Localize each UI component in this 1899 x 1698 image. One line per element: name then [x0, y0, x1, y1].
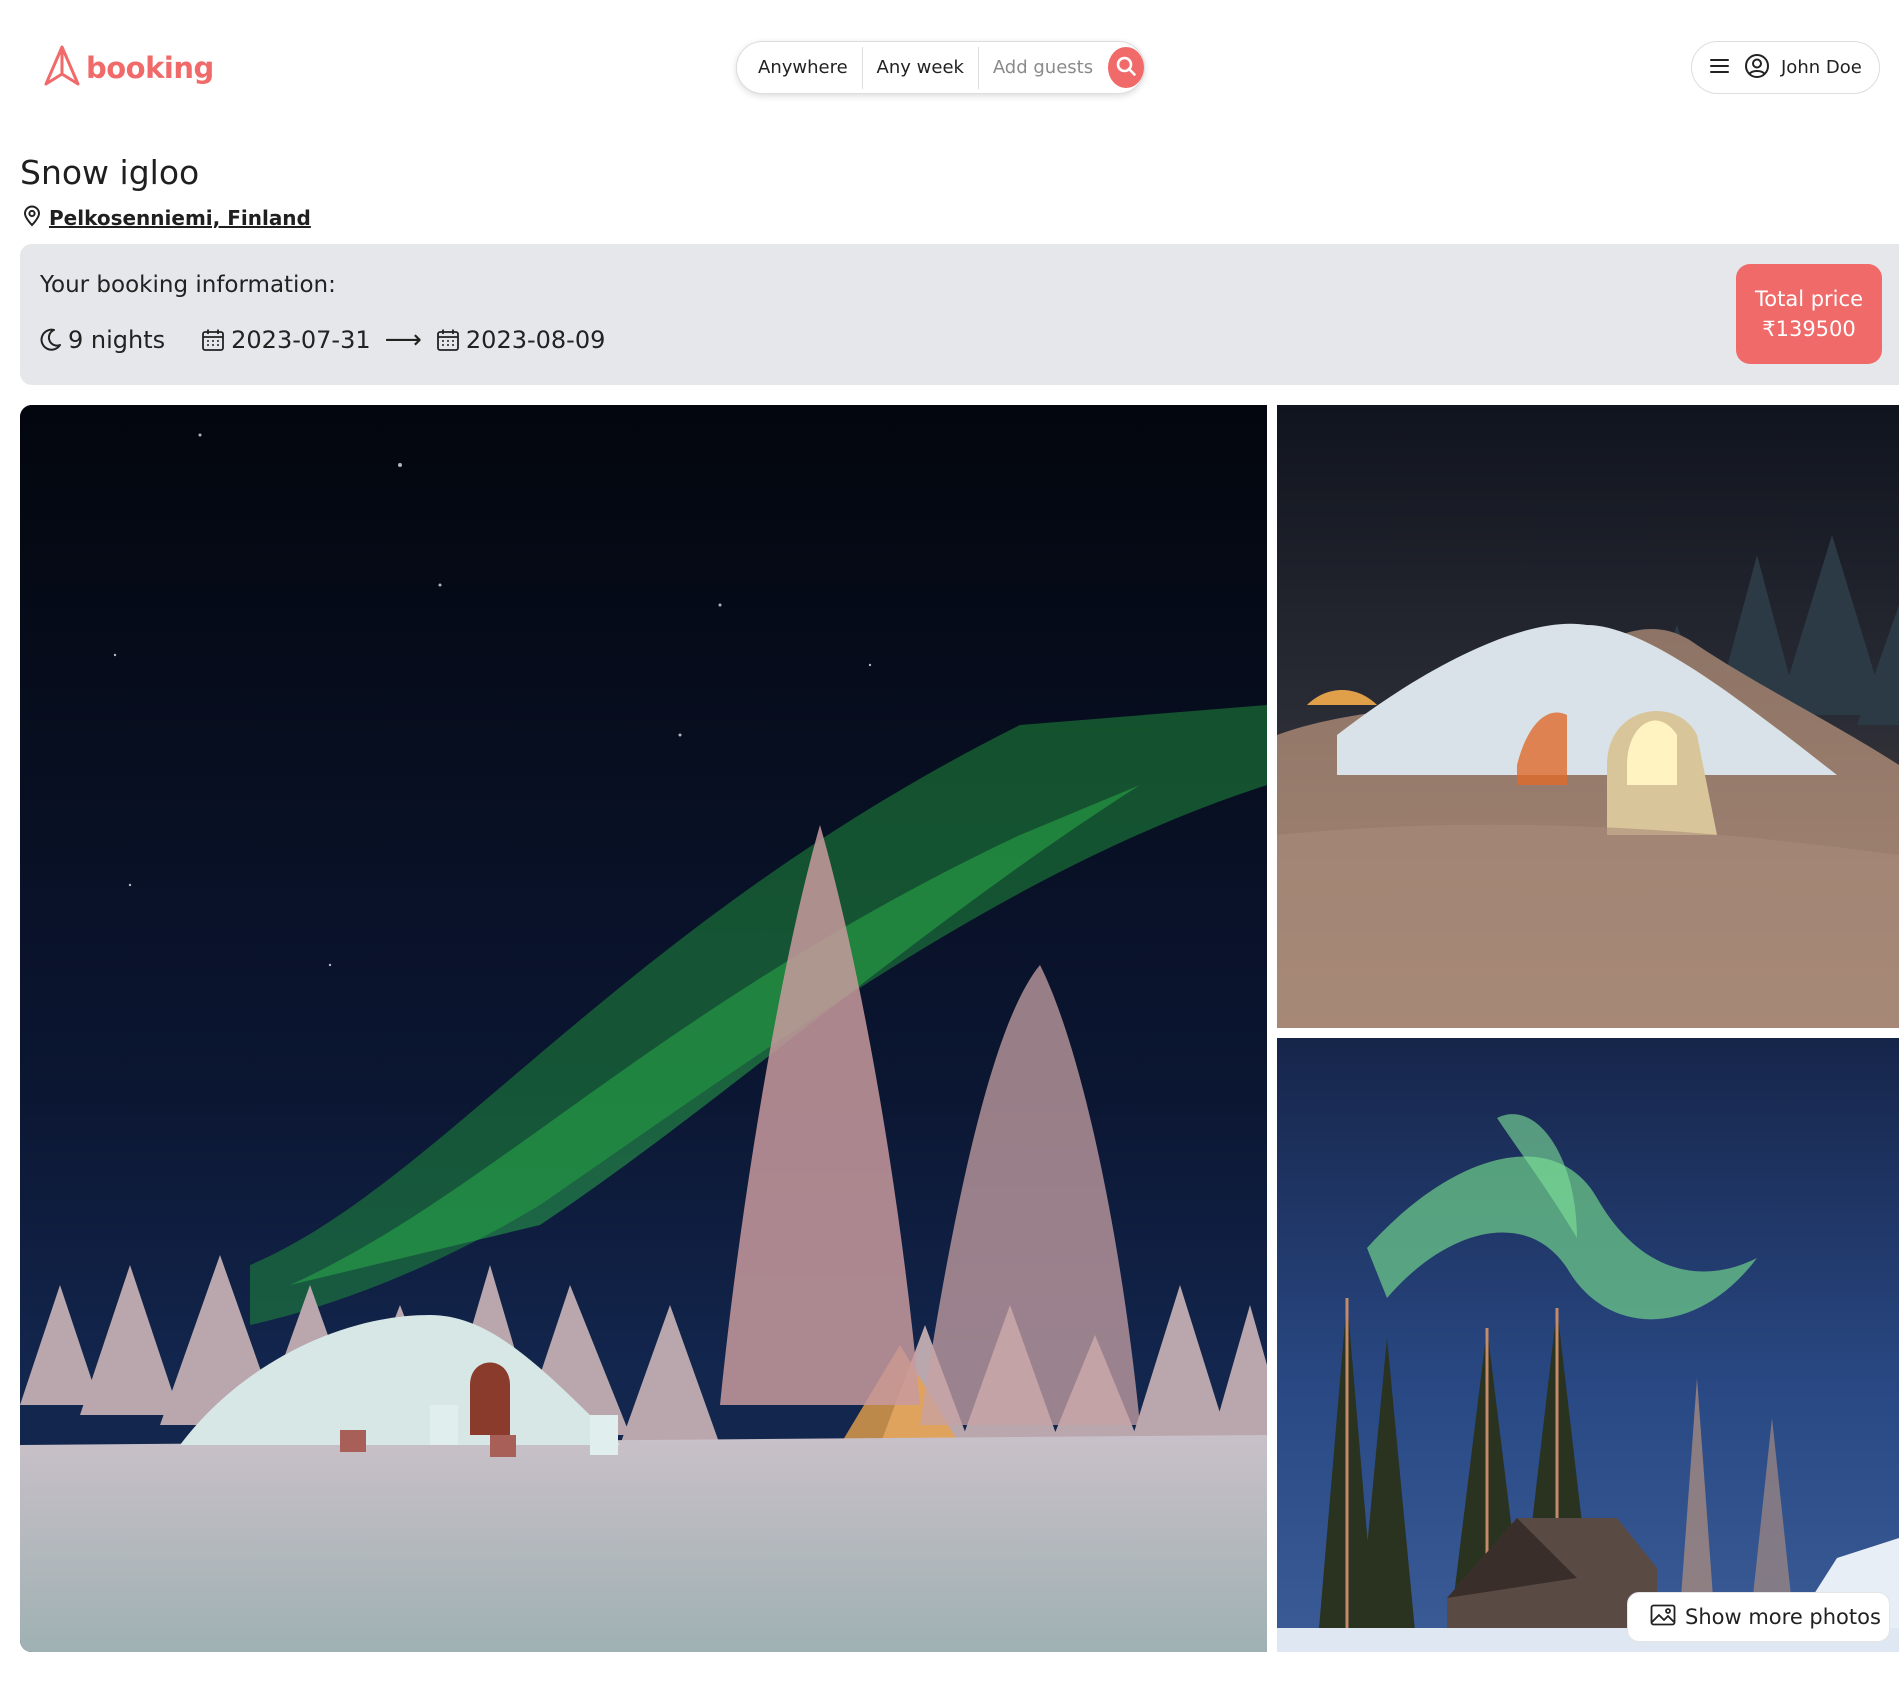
location-link[interactable]: Pelkosenniemi, Finland [49, 206, 311, 230]
search-where-button[interactable]: Anywhere [737, 48, 862, 88]
search-bar[interactable]: Anywhere Any week Add guests [736, 41, 1145, 94]
brand-logo[interactable]: booking [43, 44, 214, 91]
calendar-icon [436, 328, 460, 352]
user-menu-button[interactable]: John Doe [1691, 41, 1880, 94]
gallery-photo-top-right[interactable] [1277, 405, 1899, 1028]
gallery-photo-main[interactable] [20, 405, 1267, 1652]
total-price-button[interactable]: Total price ₹139500 [1736, 264, 1882, 364]
menu-icon [1709, 58, 1730, 78]
listing-location: Pelkosenniemi, Finland [22, 205, 311, 231]
search-guests-button[interactable]: Add guests [979, 48, 1107, 88]
user-name: John Doe [1781, 57, 1862, 78]
brand-name: booking [86, 50, 214, 85]
moon-icon [40, 328, 62, 352]
search-submit-button[interactable] [1108, 47, 1144, 88]
booking-heading: Your booking information: [40, 272, 336, 298]
booking-details: 9 nights 2023-07-31 ⟶ 2023-08-09 [40, 325, 605, 355]
photo-gallery [20, 405, 1899, 1652]
total-price-value: ₹139500 [1762, 317, 1856, 341]
listing-title: Snow igloo [20, 153, 200, 192]
image-icon [1650, 1604, 1676, 1631]
map-pin-icon [22, 205, 42, 231]
show-more-photos-button[interactable]: Show more photos [1627, 1592, 1890, 1642]
booking-info-panel: Your booking information: 9 nights 2023-… [20, 244, 1899, 385]
search-when-button[interactable]: Any week [863, 48, 978, 88]
total-price-label: Total price [1755, 287, 1863, 311]
gallery-photo-bottom-right[interactable] [1277, 1038, 1899, 1652]
check-in-date: 2023-07-31 [231, 326, 371, 354]
search-icon [1115, 55, 1137, 81]
check-out-date: 2023-08-09 [465, 326, 606, 354]
date-arrow: ⟶ [384, 325, 422, 355]
top-navigation: booking Anywhere Any week Add guests Joh… [0, 0, 1899, 134]
nights-count: 9 nights [68, 326, 166, 354]
booking-logo-icon [43, 44, 81, 91]
user-circle-icon [1744, 53, 1770, 83]
show-more-photos-label: Show more photos [1685, 1605, 1881, 1629]
calendar-icon [201, 328, 225, 352]
